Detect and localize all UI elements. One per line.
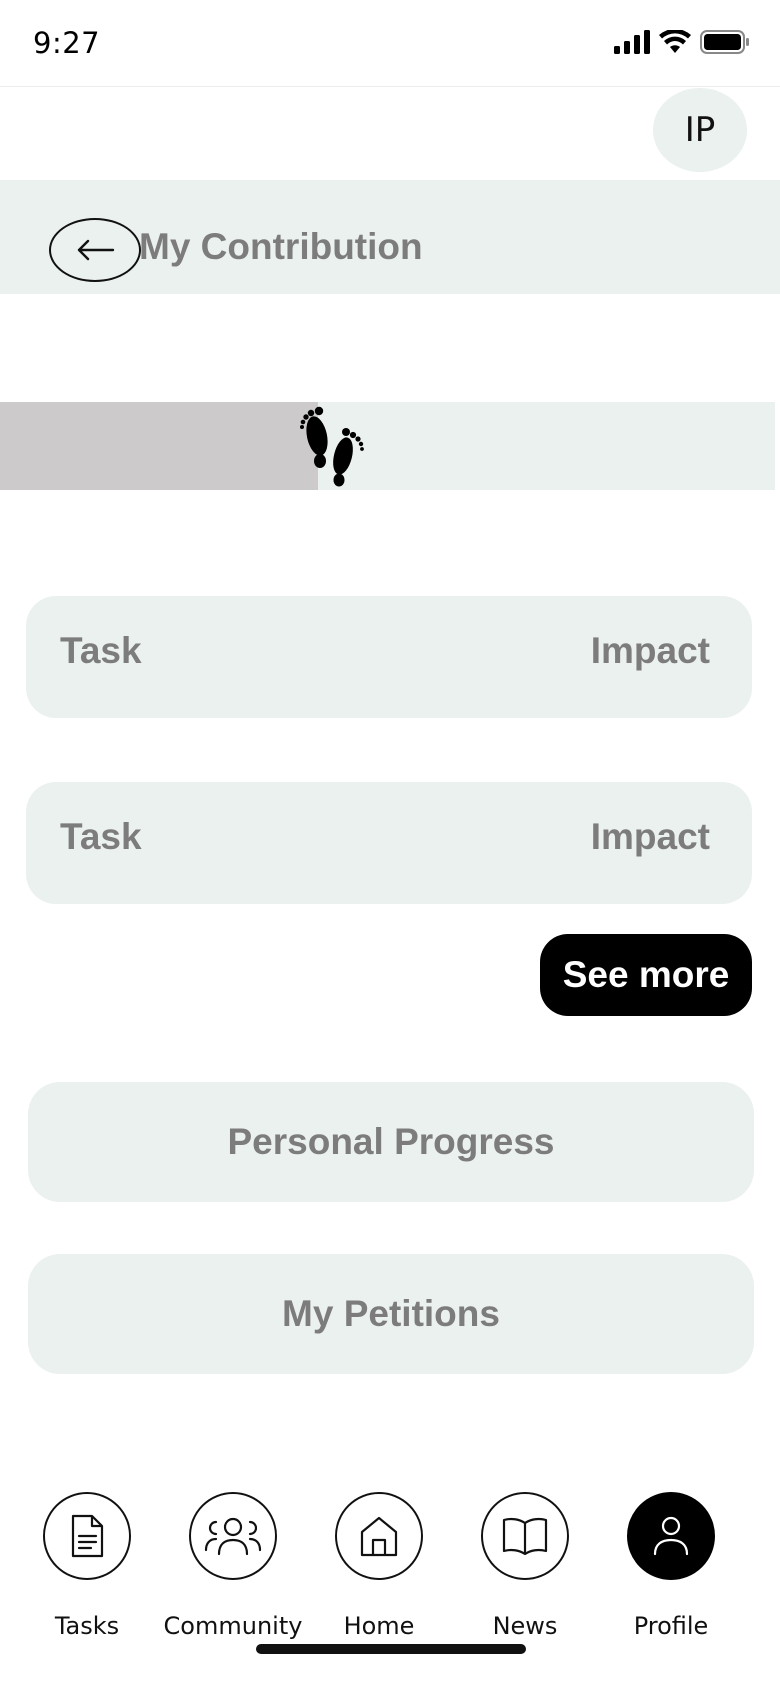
personal-progress-button[interactable]: Personal Progress bbox=[28, 1082, 754, 1202]
page-title: My Contribution bbox=[139, 226, 423, 267]
battery-icon bbox=[700, 30, 749, 54]
nav-tasks-circle[interactable] bbox=[43, 1492, 131, 1580]
status-icons bbox=[614, 30, 750, 54]
progress-fill bbox=[0, 402, 318, 490]
avatar-initials: IP bbox=[684, 110, 716, 150]
nav-profile-circle[interactable] bbox=[627, 1492, 715, 1580]
nav-item-community[interactable]: Community bbox=[160, 1492, 306, 1640]
my-petitions-button[interactable]: My Petitions bbox=[28, 1254, 754, 1374]
nav-label-profile: Profile bbox=[633, 1612, 709, 1640]
nav-home-circle[interactable] bbox=[335, 1492, 423, 1580]
nav-item-news[interactable]: News bbox=[452, 1492, 598, 1640]
nav-label-community: Community bbox=[163, 1612, 303, 1640]
task-card[interactable]: Task Impact bbox=[26, 596, 752, 718]
nav-item-home[interactable]: Home bbox=[306, 1492, 452, 1640]
back-button[interactable] bbox=[49, 218, 141, 282]
contribution-progress-bar bbox=[0, 402, 775, 490]
nav-community-circle[interactable] bbox=[189, 1492, 277, 1580]
status-time: 9:27 bbox=[33, 26, 101, 60]
nav-item-profile[interactable]: Profile bbox=[598, 1492, 744, 1640]
see-more-button[interactable]: See more bbox=[540, 934, 752, 1016]
task-card[interactable]: Task Impact bbox=[26, 782, 752, 904]
home-indicator bbox=[256, 1644, 526, 1654]
impact-label: Impact bbox=[590, 630, 710, 671]
nav-label-home: Home bbox=[343, 1612, 415, 1640]
signal-icon bbox=[614, 30, 650, 54]
people-icon bbox=[204, 1517, 262, 1556]
arrow-left-icon bbox=[77, 239, 115, 261]
person-icon bbox=[653, 1516, 689, 1556]
document-icon bbox=[71, 1514, 104, 1558]
task-label: Task bbox=[60, 816, 142, 857]
footprints-icon bbox=[300, 406, 364, 487]
nav-label-tasks: Tasks bbox=[54, 1612, 120, 1640]
wifi-icon bbox=[659, 30, 691, 53]
book-icon bbox=[502, 1517, 548, 1556]
nav-item-tasks[interactable]: Tasks bbox=[14, 1492, 160, 1640]
task-label: Task bbox=[60, 630, 142, 671]
nav-label-news: News bbox=[492, 1612, 558, 1640]
impact-label: Impact bbox=[590, 816, 710, 857]
avatar[interactable]: IP bbox=[653, 88, 747, 172]
home-icon bbox=[360, 1516, 398, 1557]
nav-news-circle[interactable] bbox=[481, 1492, 569, 1580]
